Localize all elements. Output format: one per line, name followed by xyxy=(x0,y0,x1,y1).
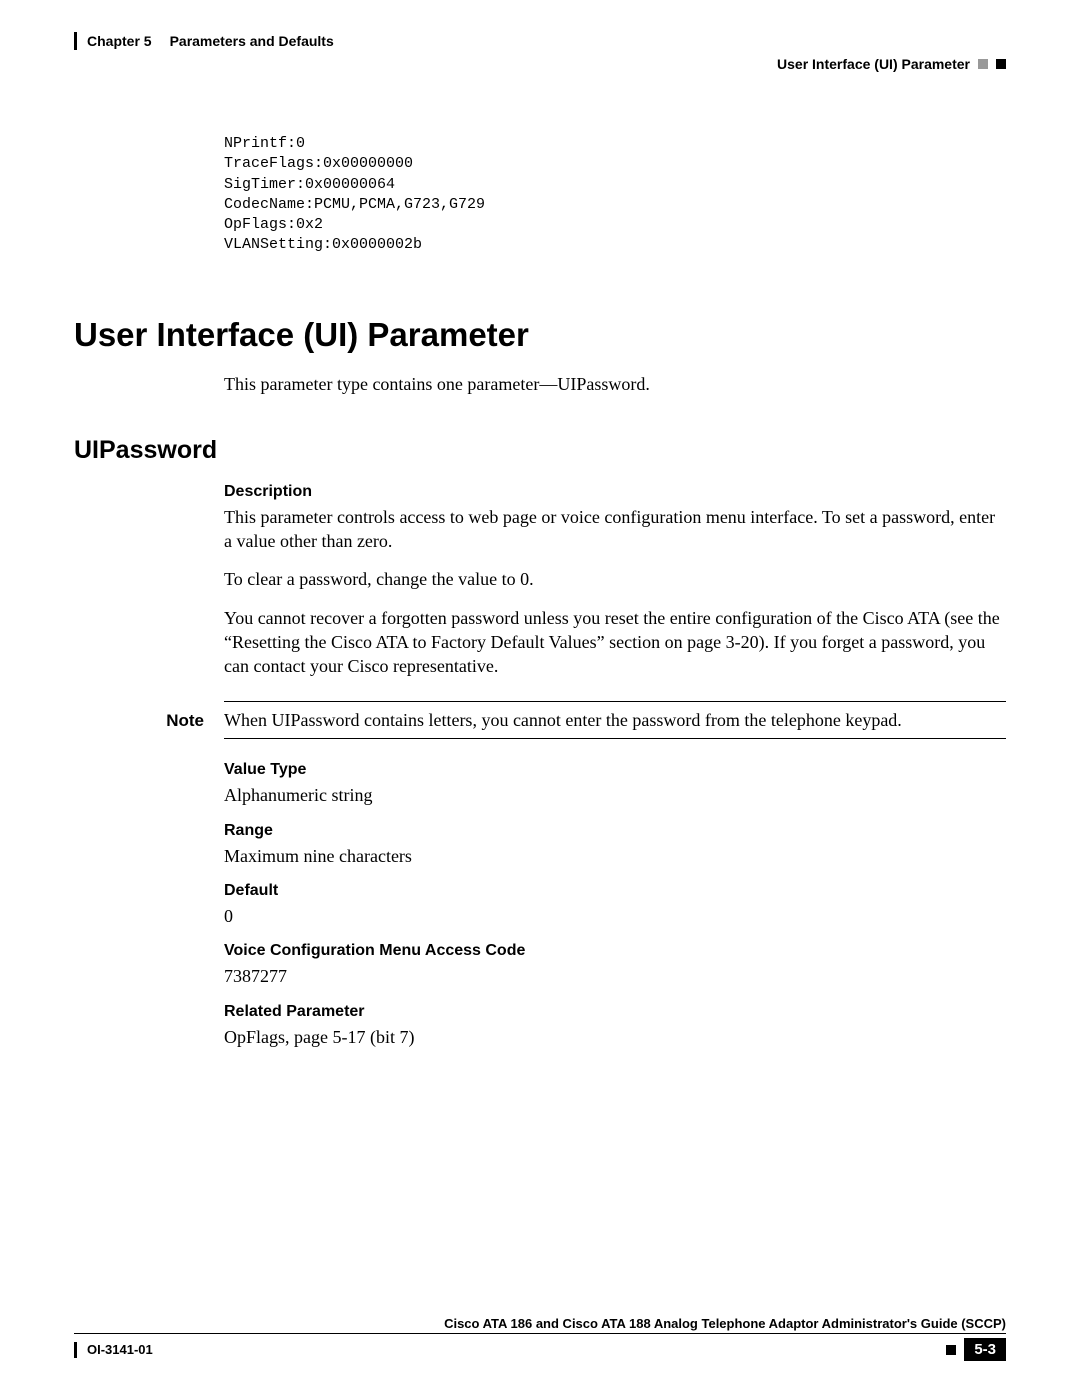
page-footer: Cisco ATA 186 and Cisco ATA 188 Analog T… xyxy=(74,1316,1006,1361)
rule-icon xyxy=(224,701,1006,703)
description-p2: To clear a password, change the value to… xyxy=(224,567,1006,591)
section-title: User Interface (UI) Parameter xyxy=(777,56,970,72)
footer-bar-icon xyxy=(74,1342,77,1358)
subheading-range: Range xyxy=(224,822,1006,840)
default-text: 0 xyxy=(224,904,1006,928)
page: Chapter 5 Parameters and Defaults User I… xyxy=(0,0,1080,1397)
description-p1: This parameter controls access to web pa… xyxy=(224,505,1006,554)
marker-square-icon xyxy=(996,59,1006,69)
subheading-default: Default xyxy=(224,882,1006,900)
subheading-description: Description xyxy=(224,483,1006,501)
page-number: 5-3 xyxy=(964,1338,1006,1361)
running-header-left: Chapter 5 Parameters and Defaults xyxy=(74,32,1006,50)
note-label: Note xyxy=(74,711,224,731)
code-block: NPrintf:0 TraceFlags:0x00000000 SigTimer… xyxy=(224,134,1006,256)
subheading-valuetype: Value Type xyxy=(224,761,1006,779)
intro-paragraph: This parameter type contains one paramet… xyxy=(224,372,1006,396)
related-text: OpFlags, page 5-17 (bit 7) xyxy=(224,1025,1006,1049)
note-text: When UIPassword contains letters, you ca… xyxy=(224,708,1006,732)
range-text: Maximum nine characters xyxy=(224,844,1006,868)
subheading-related: Related Parameter xyxy=(224,1003,1006,1021)
chapter-title: Parameters and Defaults xyxy=(170,33,334,49)
footer-doc-id: OI-3141-01 xyxy=(87,1342,153,1357)
subheading-vcmac: Voice Configuration Menu Access Code xyxy=(224,942,1006,960)
note-block: Note When UIPassword contains letters, y… xyxy=(74,701,1006,740)
rule-icon xyxy=(224,738,1006,739)
valuetype-text: Alphanumeric string xyxy=(224,783,1006,807)
header-bar-icon xyxy=(74,32,77,50)
heading-1: User Interface (UI) Parameter xyxy=(74,316,1006,354)
running-header-right: User Interface (UI) Parameter xyxy=(74,56,1006,72)
footer-guide-title: Cisco ATA 186 and Cisco ATA 188 Analog T… xyxy=(74,1316,1006,1331)
vcmac-text: 7387277 xyxy=(224,964,1006,988)
marker-square-icon xyxy=(946,1345,956,1355)
marker-square-icon xyxy=(978,59,988,69)
heading-2: UIPassword xyxy=(74,436,1006,465)
chapter-label: Chapter 5 xyxy=(87,33,152,49)
rule-icon xyxy=(74,1333,1006,1334)
description-p3: You cannot recover a forgotten password … xyxy=(224,606,1006,679)
